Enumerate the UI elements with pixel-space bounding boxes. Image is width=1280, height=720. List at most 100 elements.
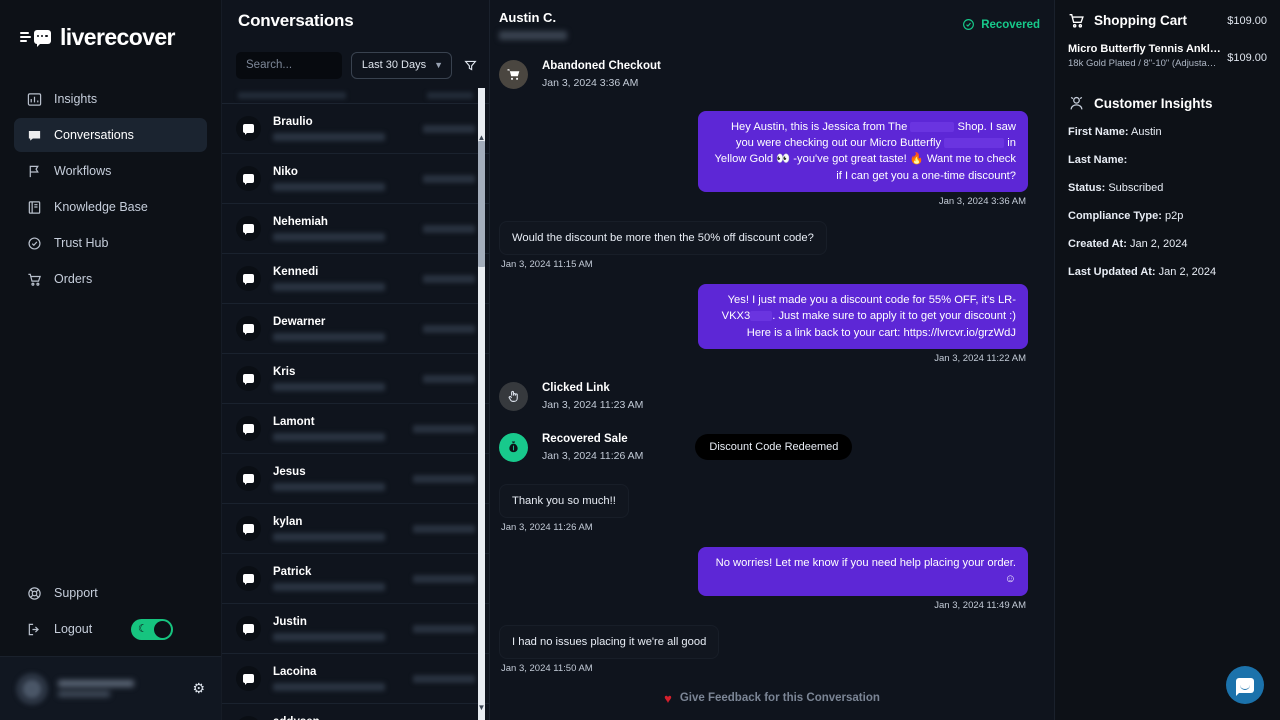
- cart-icon: [1069, 13, 1084, 28]
- list-item[interactable]: Braulio: [222, 104, 489, 154]
- event-title: Abandoned Checkout: [542, 60, 661, 72]
- chat-bubble-icon: [236, 166, 261, 191]
- insight-label: Last Name:: [1068, 154, 1128, 166]
- redacted-text: [750, 311, 773, 322]
- sidebar: liverecover Insights Conversations Workf…: [0, 0, 222, 720]
- list-item-preview-redacted: [273, 583, 385, 591]
- insight-field: Last Name:: [1068, 154, 1267, 166]
- date-range-select[interactable]: Last 30 Days ▼: [350, 51, 452, 79]
- insight-field: Created At: Jan 2, 2024: [1068, 238, 1267, 250]
- chat-bubble-icon: [236, 566, 261, 591]
- sidebar-item-logout[interactable]: Logout ☾: [14, 612, 207, 646]
- list-item-time-redacted: [413, 474, 475, 483]
- message-incoming: Would the discount be more then the 50% …: [499, 220, 1028, 270]
- message-timestamp: Jan 3, 2024 11:50 AM: [501, 662, 593, 674]
- list-item[interactable]: Kennedi: [222, 254, 489, 304]
- sidebar-item-trust-hub[interactable]: Trust Hub: [14, 226, 207, 260]
- list-item-time-redacted: [413, 424, 475, 433]
- list-item-name: Kennedi: [273, 266, 319, 278]
- search-input[interactable]: [236, 51, 342, 79]
- cart-item-name: Micro Butterfly Tennis Anklet i...: [1068, 43, 1222, 55]
- intercom-chat-icon[interactable]: [1226, 666, 1264, 704]
- insight-field: First Name: Austin: [1068, 126, 1267, 138]
- chart-icon: [26, 91, 42, 107]
- cart-item-variant: 18k Gold Plated / 8"-10" (Adjustable) ..…: [1068, 58, 1222, 69]
- chat-bubble-icon: [26, 127, 42, 143]
- list-item-preview-redacted: [273, 383, 385, 391]
- sidebar-item-insights[interactable]: Insights: [14, 82, 207, 116]
- list-item[interactable]: Patrick: [222, 554, 489, 604]
- list-item-preview-redacted: [273, 483, 385, 491]
- event-recovered-sale: Recovered Sale Jan 3, 2024 11:26 AM Disc…: [499, 432, 1028, 462]
- event-clicked-link: Clicked Link Jan 3, 2024 11:23 AM: [499, 381, 1028, 411]
- conversation-rows[interactable]: Braulio Niko Nehemiah Kennedi Dewarner Kris La…: [222, 88, 489, 720]
- message-timestamp: Jan 3, 2024 11:22 AM: [934, 352, 1026, 364]
- chat-panel: Austin C. Recovered Abandoned Checkout J…: [490, 0, 1054, 720]
- details-panel: Shopping Cart $109.00 Micro Butterfly Te…: [1054, 0, 1280, 720]
- brand-logo: liverecover: [0, 0, 221, 56]
- insight-label: Last Updated At:: [1068, 266, 1156, 278]
- sidebar-item-label: Conversations: [54, 128, 134, 142]
- list-scrollbar[interactable]: ▲ ▼: [477, 88, 486, 720]
- customer-insights-header: Customer Insights: [1068, 95, 1267, 112]
- list-item[interactable]: kylan: [222, 504, 489, 554]
- list-item[interactable]: Nehemiah: [222, 204, 489, 254]
- list-item[interactable]: [222, 88, 489, 104]
- page-title: Conversations: [238, 11, 354, 30]
- sidebar-bottom: Support Logout ☾: [0, 576, 221, 656]
- list-item[interactable]: Lacoina: [222, 654, 489, 704]
- sidebar-item-orders[interactable]: Orders: [14, 262, 207, 296]
- insight-value: Jan 2, 2024: [1158, 266, 1217, 278]
- list-item-name: Nehemiah: [273, 216, 328, 228]
- sidebar-item-conversations[interactable]: Conversations: [14, 118, 207, 152]
- list-item[interactable]: Kris: [222, 354, 489, 404]
- sidebar-item-label: Workflows: [54, 164, 112, 178]
- user-profile[interactable]: ⚙: [0, 656, 221, 720]
- money-bag-icon: [499, 432, 528, 462]
- insight-label: Status:: [1068, 182, 1106, 194]
- list-item[interactable]: addysen: [222, 704, 489, 720]
- gear-icon[interactable]: ⚙: [192, 680, 205, 697]
- logout-icon: [26, 621, 42, 637]
- list-item-preview-redacted: [273, 183, 385, 191]
- chat-header: Austin C. Recovered: [490, 0, 1054, 40]
- contact-name: Austin C.: [499, 10, 557, 25]
- sidebar-item-label: Support: [54, 586, 98, 600]
- chat-bubble-icon: [236, 266, 261, 291]
- sidebar-nav: Insights Conversations Workflows Knowled…: [0, 82, 221, 296]
- list-item-name: Dewarner: [273, 316, 326, 328]
- message-thread: Abandoned Checkout Jan 3, 2024 3:36 AM H…: [490, 40, 1054, 676]
- sidebar-item-label: Insights: [54, 92, 98, 106]
- message-incoming: I had no issues placing it we're all goo…: [499, 624, 1028, 674]
- insight-value: Subscribed: [1108, 182, 1164, 194]
- dark-mode-toggle[interactable]: ☾: [131, 618, 173, 640]
- sidebar-item-knowledge-base[interactable]: Knowledge Base: [14, 190, 207, 224]
- list-item-preview-redacted: [273, 133, 385, 141]
- list-item-name: Kris: [273, 366, 296, 378]
- give-feedback-button[interactable]: ♥ Give Feedback for this Conversation: [490, 676, 1054, 720]
- liverecover-mark-icon: [20, 30, 51, 47]
- list-item[interactable]: Niko: [222, 154, 489, 204]
- list-item[interactable]: Lamont: [222, 404, 489, 454]
- sidebar-item-workflows[interactable]: Workflows: [14, 154, 207, 188]
- contact-email-redacted: [499, 31, 567, 40]
- chat-bubble-icon: [236, 416, 261, 441]
- cart-icon: [26, 271, 42, 287]
- sidebar-item-support[interactable]: Support: [14, 576, 207, 610]
- message-bubble: Would the discount be more then the 50% …: [499, 220, 827, 256]
- funnel-icon[interactable]: [461, 59, 479, 72]
- brand-name: liverecover: [60, 23, 175, 50]
- insight-label: First Name:: [1068, 126, 1129, 138]
- shopping-cart-header: Shopping Cart $109.00: [1068, 12, 1267, 29]
- redacted-text: [944, 138, 1005, 149]
- heart-icon: ♥: [664, 690, 672, 706]
- list-item[interactable]: Dewarner: [222, 304, 489, 354]
- insight-value: Jan 2, 2024: [1129, 238, 1188, 250]
- list-item-time-redacted: [423, 124, 475, 133]
- list-item[interactable]: Justin: [222, 604, 489, 654]
- sidebar-item-label: Trust Hub: [54, 236, 109, 250]
- cart-icon: [499, 60, 528, 89]
- list-item[interactable]: Jesus: [222, 454, 489, 504]
- list-item-preview-redacted: [273, 633, 385, 641]
- scroll-down-icon[interactable]: ▼: [477, 702, 486, 712]
